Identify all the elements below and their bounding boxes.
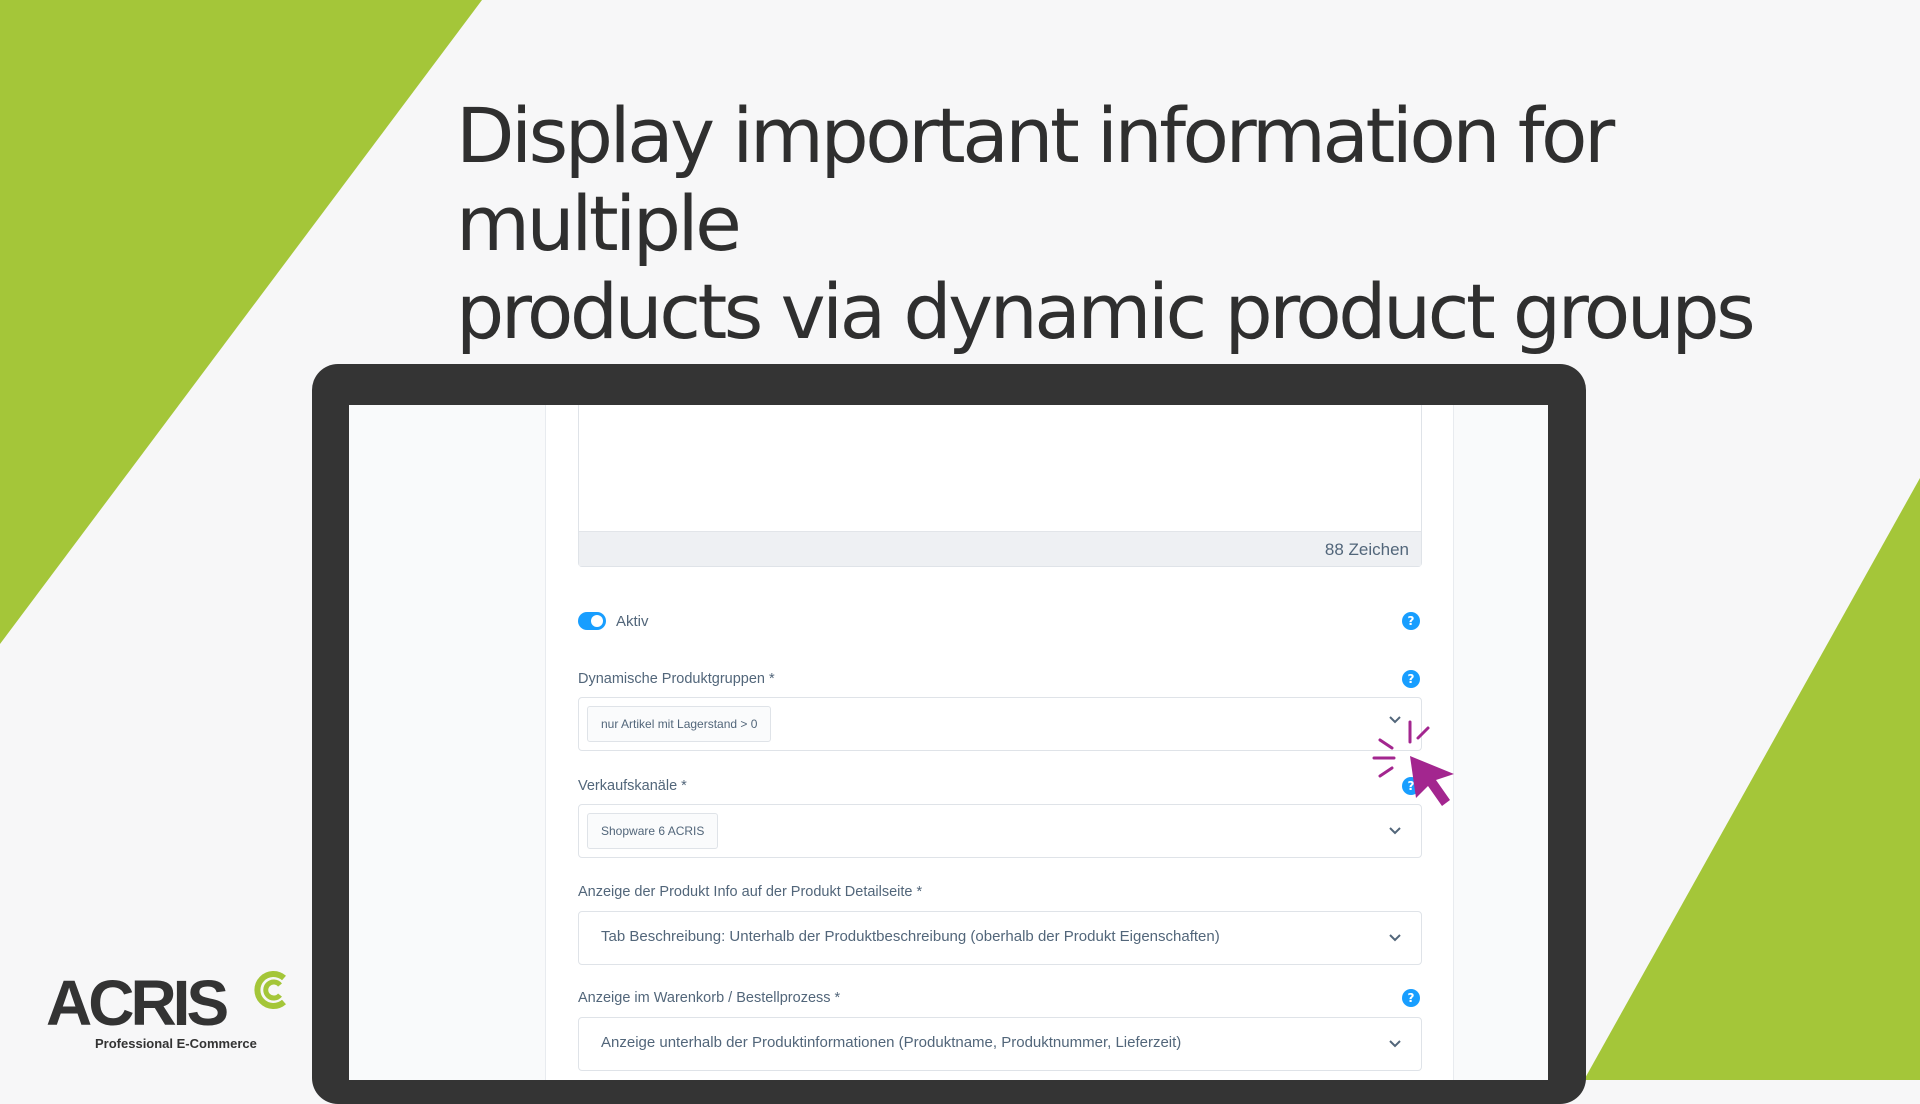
headline-line-1: Display important information for multip… xyxy=(456,91,1615,268)
logo-tagline: Professional E-Commerce xyxy=(95,1036,257,1051)
chevron-down-icon[interactable] xyxy=(1387,1036,1403,1052)
question-mark-icon[interactable]: ? xyxy=(1402,670,1420,688)
active-toggle[interactable] xyxy=(578,612,606,630)
detail-display-value: Tab Beschreibung: Unterhalb der Produktb… xyxy=(601,928,1220,945)
detail-display-label: Anzeige der Produkt Info auf der Produkt… xyxy=(578,884,923,900)
headline-line-2: products via dynamic product groups xyxy=(456,267,1756,356)
cart-display-label: Anzeige im Warenkorb / Bestellprozess * xyxy=(578,990,841,1006)
sales-channels-select[interactable]: Shopware 6 ACRIS xyxy=(578,804,1422,858)
char-count: 88 Zeichen xyxy=(1324,540,1409,559)
sales-channels-label: Verkaufskanäle * xyxy=(578,778,687,794)
product-groups-select[interactable]: nur Artikel mit Lagerstand > 0 xyxy=(578,697,1422,751)
chevron-down-icon[interactable] xyxy=(1387,823,1403,839)
description-textarea[interactable]: 88 Zeichen xyxy=(578,405,1422,567)
toggle-knob xyxy=(591,615,603,627)
chevron-down-icon[interactable] xyxy=(1387,930,1403,946)
product-group-tag[interactable]: nur Artikel mit Lagerstand > 0 xyxy=(587,706,772,742)
logo-c-icon xyxy=(254,971,286,1009)
logo-wordmark: ACRIS xyxy=(46,967,229,1039)
page-headline: Display important information for multip… xyxy=(456,92,1896,356)
textarea-footer: 88 Zeichen xyxy=(579,531,1421,566)
cart-display-select[interactable]: Anzeige unterhalb der Produktinformation… xyxy=(578,1017,1422,1071)
question-mark-icon[interactable]: ? xyxy=(1402,989,1420,1007)
active-label: Aktiv xyxy=(616,613,649,630)
cart-display-value: Anzeige unterhalb der Produktinformation… xyxy=(601,1034,1182,1051)
green-triangle-right xyxy=(1584,478,1920,1080)
sales-channel-tag[interactable]: Shopware 6 ACRIS xyxy=(587,813,719,849)
product-groups-label: Dynamische Produktgruppen * xyxy=(578,671,775,687)
question-mark-icon[interactable]: ? xyxy=(1402,612,1420,630)
detail-display-select[interactable]: Tab Beschreibung: Unterhalb der Produktb… xyxy=(578,911,1422,965)
click-cursor-icon xyxy=(1372,720,1454,806)
settings-panel: 88 Zeichen Aktiv ? Dynamische Produktgru… xyxy=(545,405,1454,1080)
active-row: Aktiv ? xyxy=(578,610,1420,634)
